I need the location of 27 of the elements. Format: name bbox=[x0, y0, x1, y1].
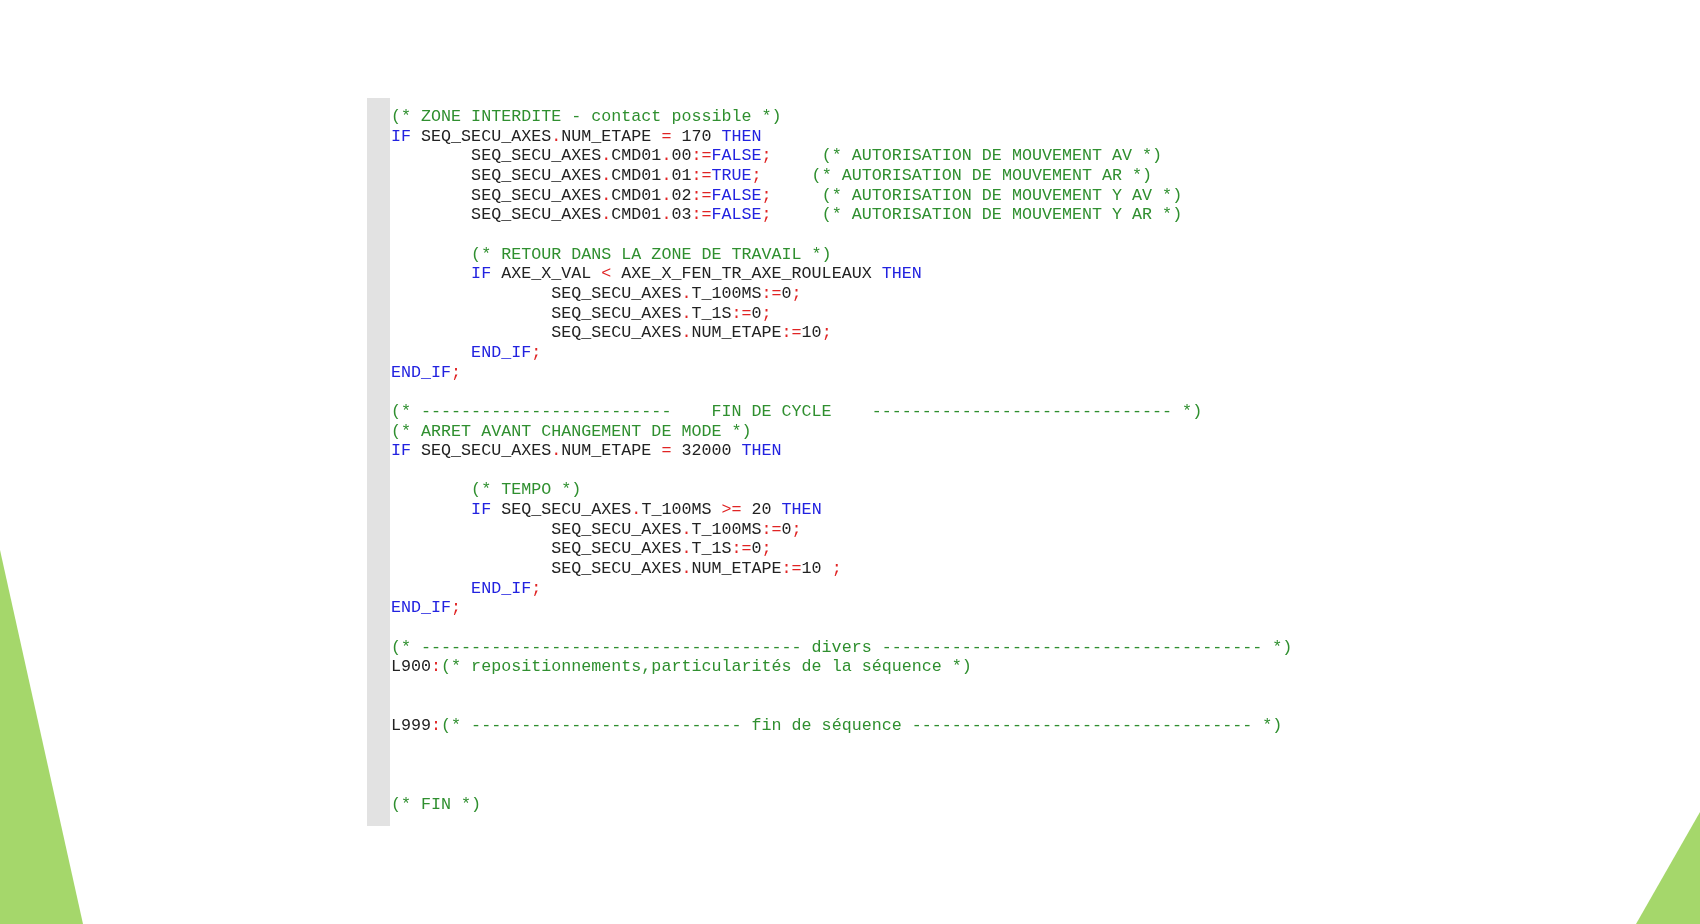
code-line: SEQ_SECU_AXES.NUM_ETAPE:=10; bbox=[550, 323, 832, 343]
code-line: SEQ_SECU_AXES.T_1S:=0; bbox=[550, 303, 772, 324]
code-line: (* TEMPO *) bbox=[470, 480, 582, 501]
code-line: SEQ_SECU_AXES.T_100MS:=0; bbox=[550, 283, 802, 304]
code-line: (* ZONE INTERDITE - contact possible *) bbox=[391, 107, 782, 127]
code-line: SEQ_SECU_AXES.T_100MS:=0; bbox=[550, 519, 802, 540]
code-line: L900:(* repositionnements,particularités de la séquence *) bbox=[391, 657, 972, 678]
code-line: (* ------------------------- FIN DE CYCLE ------------------------------ *) bbox=[391, 401, 1203, 422]
code-line: SEQ_SECU_AXES.NUM_ETAPE:=10 ; bbox=[550, 559, 842, 579]
code-line: END_IF; bbox=[470, 342, 542, 363]
code-line: SEQ_SECU_AXES.CMD01.02:=FALSE; (* AUTORISATION DE MOUVEMENT Y AV *) bbox=[470, 185, 1183, 206]
code-line: END_IF; bbox=[470, 578, 542, 599]
code-line: IF SEQ_SECU_AXES.T_100MS >= 20 THEN bbox=[470, 500, 822, 520]
code-line: END_IF; bbox=[391, 598, 462, 619]
code-line: SEQ_SECU_AXES.CMD01.01:=TRUE; (* AUTORISATION DE MOUVEMENT AR *) bbox=[470, 165, 1153, 186]
code-line: SEQ_SECU_AXES.T_1S:=0; bbox=[550, 539, 772, 560]
code-line: IF SEQ_SECU_AXES.NUM_ETAPE = 32000 THEN bbox=[391, 441, 782, 461]
code-line: IF AXE_X_VAL < AXE_X_FEN_TR_AXE_ROULEAUX THEN bbox=[470, 264, 922, 284]
code-line: (* -------------------------------------- divers -------------------------------------- *) bbox=[391, 637, 1293, 658]
code-line: END_IF; bbox=[391, 362, 462, 383]
code-line: SEQ_SECU_AXES.CMD01.00:=FALSE; (* AUTORISATION DE MOUVEMENT AV *) bbox=[470, 146, 1163, 166]
code-line: IF SEQ_SECU_AXES.NUM_ETAPE = 170 THEN bbox=[391, 126, 762, 147]
code-line: (* FIN *) bbox=[391, 794, 482, 815]
code-line: L999:(* --------------------------- fin de séquence ---------------------------------- *) bbox=[391, 716, 1283, 736]
code-line: SEQ_SECU_AXES.CMD01.03:=FALSE; (* AUTORISATION DE MOUVEMENT Y AR *) bbox=[470, 205, 1183, 225]
code-line: (* ARRET AVANT CHANGEMENT DE MODE *) bbox=[391, 421, 752, 442]
code-line: (* RETOUR DANS LA ZONE DE TRAVAIL *) bbox=[470, 244, 832, 265]
